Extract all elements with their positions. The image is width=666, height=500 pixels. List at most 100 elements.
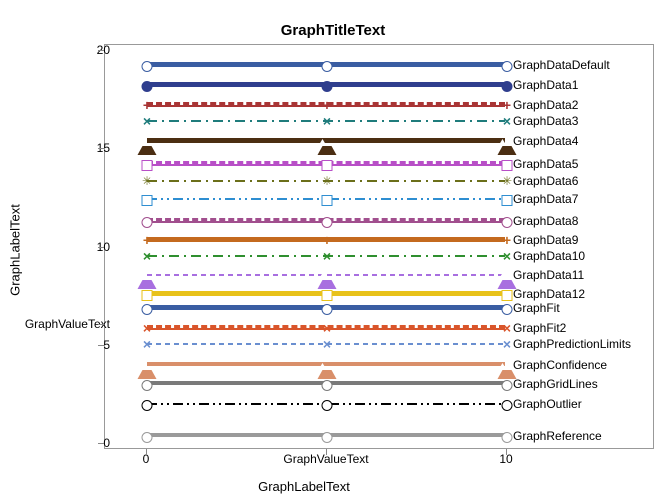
series-legend-label: GraphPredictionLimits — [513, 337, 631, 351]
marker-asterisk-icon — [503, 177, 512, 186]
y-tick-mark — [98, 324, 104, 325]
marker-square-icon — [142, 160, 153, 171]
marker-circle-icon — [322, 304, 333, 315]
marker-x-icon — [323, 252, 332, 261]
series-legend-label: GraphGridLines — [513, 377, 598, 391]
series-line: GraphData10 — [147, 256, 505, 257]
chart-title: GraphTitleText — [0, 22, 666, 39]
marker-x-icon — [323, 340, 332, 349]
marker-plus-icon — [143, 101, 152, 110]
series-legend-label: GraphOutlier — [513, 397, 582, 411]
marker-x-icon — [503, 324, 512, 333]
series-line: GraphGridLines — [147, 381, 505, 385]
marker-circle-icon — [502, 61, 513, 72]
x-tick-mark — [146, 449, 147, 455]
series-legend-label: GraphData11 — [513, 268, 584, 282]
y-tick-label: 5 — [103, 338, 110, 352]
series-legend-label: GraphData5 — [513, 157, 578, 171]
marker-square-icon — [322, 160, 333, 171]
marker-circle-icon — [142, 61, 153, 72]
series-legend-label: GraphDataDefault — [513, 58, 610, 72]
series-line: GraphDataDefault — [147, 62, 505, 66]
plot-area: GraphDataDefault GraphData1 GraphData2 Grap… — [104, 44, 654, 449]
series-legend-label: GraphFit — [513, 301, 560, 315]
marker-square-icon — [142, 290, 153, 301]
marker-circle-filled-icon — [142, 81, 153, 92]
series-line: GraphData9 — [147, 237, 505, 241]
marker-plus-icon — [503, 236, 512, 245]
marker-x-icon — [503, 252, 512, 261]
series-legend-label: GraphFit2 — [513, 321, 566, 335]
series-legend-label: GraphData12 — [513, 287, 585, 301]
series-legend-label: GraphData2 — [513, 98, 578, 112]
chart-canvas: GraphTitleText GraphLabelText GraphLabel… — [0, 0, 666, 500]
series-line: GraphData5 — [147, 161, 505, 165]
series-line: GraphFit — [147, 305, 505, 309]
marker-x-icon — [143, 117, 152, 126]
marker-x-icon — [143, 324, 152, 333]
marker-circle-icon — [142, 217, 153, 228]
series-legend-label: GraphData7 — [513, 192, 578, 206]
marker-circle-filled-icon — [502, 81, 513, 92]
marker-plus-icon — [503, 101, 512, 110]
series-legend-label: GraphData1 — [513, 78, 578, 92]
series-line: GraphData12 — [147, 291, 505, 295]
marker-triangle-icon — [318, 137, 337, 155]
marker-x-icon — [143, 340, 152, 349]
series-line: GraphData11 — [147, 275, 505, 276]
marker-square-icon — [322, 290, 333, 301]
series-line: GraphReference — [147, 433, 505, 437]
series-line: GraphData1 — [147, 82, 505, 86]
marker-circle-icon — [142, 304, 153, 315]
marker-x-icon — [503, 340, 512, 349]
marker-asterisk-icon — [143, 177, 152, 186]
marker-circle-icon — [502, 304, 513, 315]
marker-circle-icon — [502, 400, 513, 411]
series-legend-label: GraphData3 — [513, 114, 578, 128]
marker-triangle-icon — [138, 137, 157, 155]
y-tick-mark — [98, 443, 104, 444]
marker-circle-icon — [322, 380, 333, 391]
marker-x-icon — [143, 252, 152, 261]
series-legend-label: GraphReference — [513, 429, 602, 443]
marker-x-icon — [323, 324, 332, 333]
series-line: GraphData7 — [147, 199, 505, 200]
marker-triangle-icon — [138, 361, 157, 379]
marker-x-icon — [323, 117, 332, 126]
series-legend-label: GraphData8 — [513, 214, 578, 228]
marker-triangle-icon — [318, 271, 337, 289]
y-tick-mark — [98, 345, 104, 346]
series-line: GraphOutlier — [147, 404, 505, 405]
marker-circle-icon — [142, 380, 153, 391]
series-line: GraphData4 — [147, 138, 505, 142]
y-tick-mark — [98, 148, 104, 149]
marker-circle-icon — [502, 432, 513, 443]
marker-asterisk-icon — [323, 177, 332, 186]
marker-circle-icon — [322, 61, 333, 72]
marker-plus-icon — [323, 101, 332, 110]
y-tick-mark — [98, 50, 104, 51]
marker-circle-icon — [502, 217, 513, 228]
x-tick-mark — [506, 449, 507, 455]
y-tick-mark — [98, 247, 104, 248]
series-line: GraphData2 — [147, 102, 505, 106]
marker-square-icon — [502, 160, 513, 171]
marker-triangle-icon — [138, 271, 157, 289]
series-line: GraphData6 — [147, 181, 505, 182]
series-legend-label: GraphData10 — [513, 249, 585, 263]
marker-circle-icon — [322, 432, 333, 443]
marker-diamond-icon — [142, 195, 153, 206]
marker-diamond-icon — [502, 195, 513, 206]
marker-triangle-icon — [318, 361, 337, 379]
marker-diamond-icon — [322, 195, 333, 206]
series-line: GraphData3 — [147, 121, 505, 122]
marker-circle-icon — [142, 432, 153, 443]
series-legend-label: GraphData4 — [513, 134, 578, 148]
series-legend-label: GraphData6 — [513, 174, 578, 188]
marker-circle-icon — [322, 400, 333, 411]
series-line: GraphData8 — [147, 218, 505, 222]
marker-circle-icon — [502, 380, 513, 391]
marker-circle-filled-icon — [322, 81, 333, 92]
marker-circle-icon — [322, 217, 333, 228]
marker-square-icon — [502, 290, 513, 301]
